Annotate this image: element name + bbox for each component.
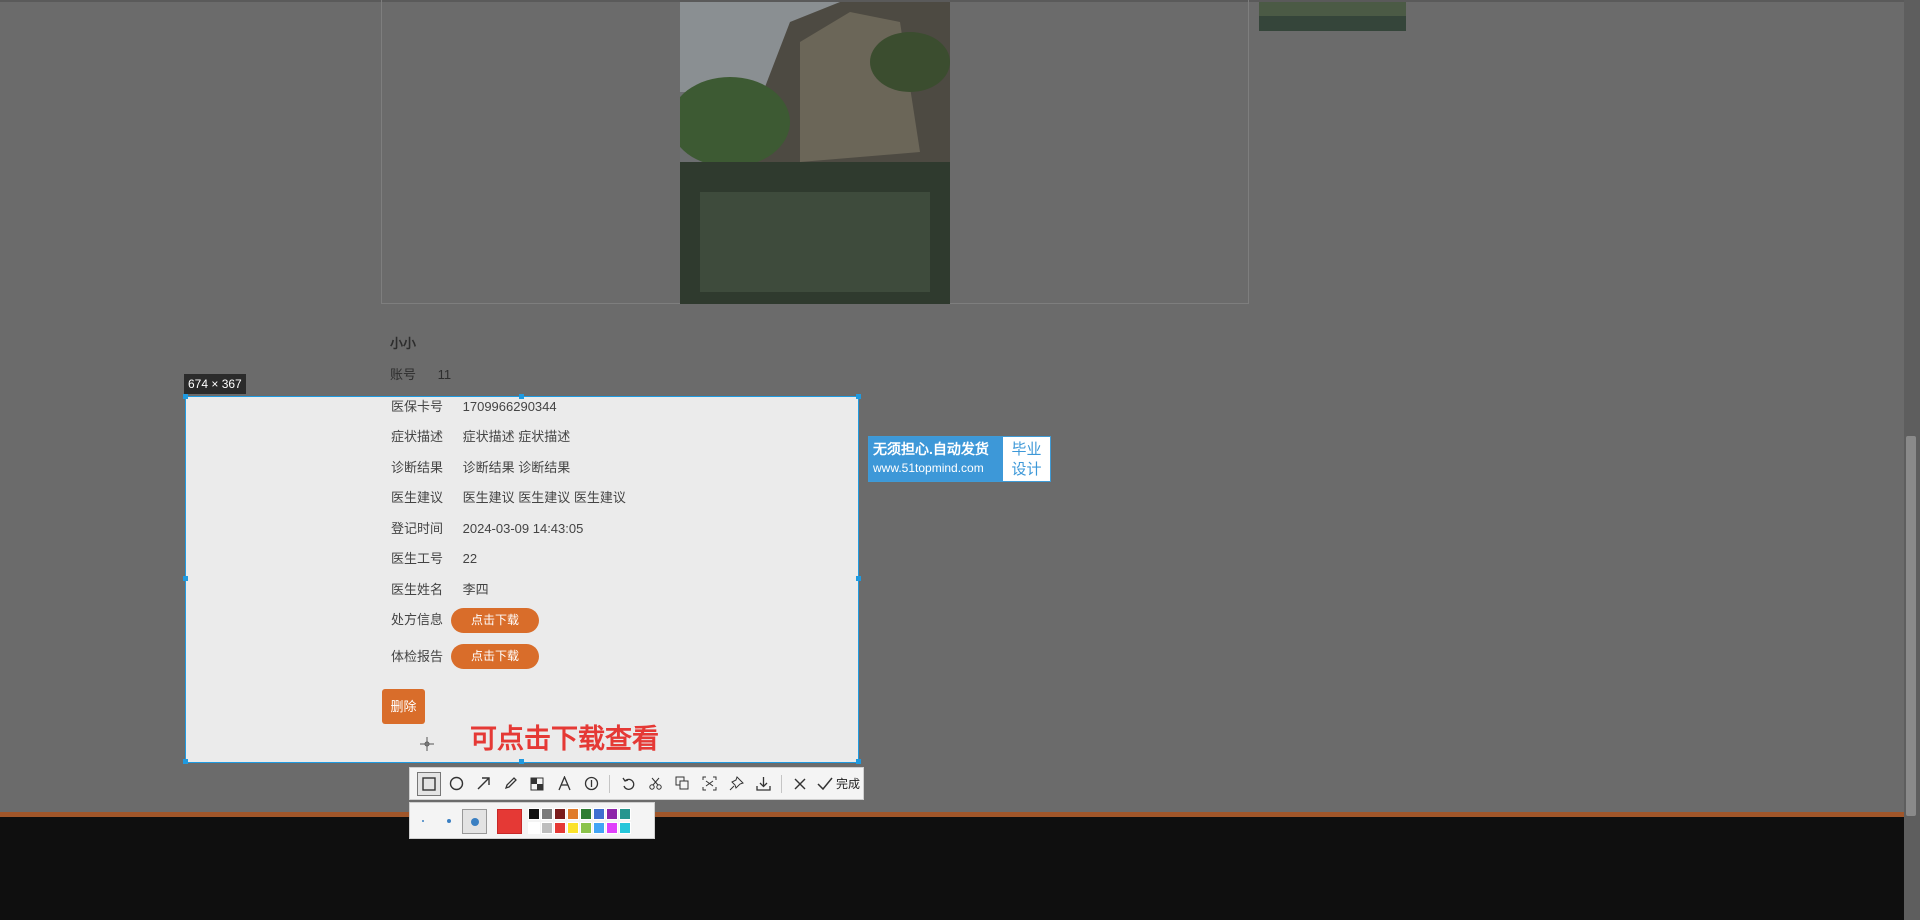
resize-handle[interactable] xyxy=(183,576,188,581)
field-row: 登记时间 2024-03-09 14:43:05 xyxy=(391,518,583,537)
field-label: 账号 xyxy=(390,367,417,382)
color-swatch[interactable] xyxy=(606,808,618,820)
resize-handle[interactable] xyxy=(183,759,188,764)
field-value: 2024-03-09 14:43:05 xyxy=(462,521,584,536)
field-row: 症状描述 症状描述 症状描述 xyxy=(391,426,570,445)
ad-line2: www.51topmind.com xyxy=(873,461,984,475)
prescription-download-button[interactable]: 点击下载 xyxy=(451,608,539,633)
field-value: 11 xyxy=(437,367,452,382)
resize-handle[interactable] xyxy=(183,394,188,399)
color-swatch[interactable] xyxy=(541,808,553,820)
capture-selection[interactable]: 医保卡号 1709966290344 症状描述 症状描述 症状描述 诊断结果 诊… xyxy=(185,396,859,763)
resize-handle[interactable] xyxy=(856,394,861,399)
color-swatch[interactable] xyxy=(541,822,553,834)
ad-line1: 无须担心.自动发货 xyxy=(873,441,989,457)
color-swatch[interactable] xyxy=(567,808,579,820)
field-value: 症状描述 症状描述 xyxy=(462,429,571,444)
page-footer xyxy=(0,817,1920,920)
undo-icon[interactable] xyxy=(616,772,640,796)
field-row: 账号 11 xyxy=(390,364,451,383)
field-value: 诊断结果 诊断结果 xyxy=(462,460,571,475)
color-swatch[interactable] xyxy=(580,822,592,834)
pen-size-small[interactable] xyxy=(422,820,424,822)
field-value: 李四 xyxy=(462,582,489,597)
number-icon[interactable] xyxy=(579,772,603,796)
color-swatch[interactable] xyxy=(619,822,631,834)
thumbnail-image[interactable] xyxy=(1259,2,1406,31)
landscape-photo xyxy=(680,2,950,304)
ad-right2: 设计 xyxy=(1011,461,1042,478)
toolbar-divider xyxy=(781,774,782,793)
check-icon xyxy=(817,777,833,790)
selection-size-label: 674 × 367 xyxy=(184,374,246,394)
field-row: 诊断结果 诊断结果 诊断结果 xyxy=(391,457,570,476)
crosshair-cursor-icon xyxy=(420,737,434,751)
delete-button[interactable]: 删除 xyxy=(382,689,425,724)
field-row: 医生姓名 李四 xyxy=(391,579,489,598)
patient-name: 小小 xyxy=(390,336,417,351)
color-swatch[interactable] xyxy=(554,808,566,820)
color-swatch[interactable] xyxy=(619,808,631,820)
field-label: 医生建议 xyxy=(391,490,444,505)
resize-handle[interactable] xyxy=(519,394,524,399)
color-swatch[interactable] xyxy=(593,822,605,834)
done-label: 完成 xyxy=(836,777,861,791)
pen-size-large-selected[interactable] xyxy=(462,809,487,834)
toolbar-divider xyxy=(609,774,610,793)
close-icon[interactable] xyxy=(788,772,812,796)
resize-handle[interactable] xyxy=(856,759,861,764)
mosaic-icon[interactable] xyxy=(525,772,549,796)
ocr-icon[interactable] xyxy=(697,772,721,796)
field-value: 1709966290344 xyxy=(462,399,557,414)
color-swatch[interactable] xyxy=(580,808,592,820)
field-label: 医保卡号 xyxy=(391,399,444,414)
done-button[interactable]: 完成 xyxy=(817,775,860,792)
scrollbar-thumb[interactable] xyxy=(1906,436,1916,816)
exam-download-button[interactable]: 点击下载 xyxy=(451,644,539,669)
color-swatch[interactable] xyxy=(593,808,605,820)
color-swatch[interactable] xyxy=(554,822,566,834)
field-label: 医生姓名 xyxy=(391,582,444,597)
field-value: 医生建议 医生建议 医生建议 xyxy=(462,490,626,505)
color-swatch[interactable] xyxy=(606,822,618,834)
field-label: 诊断结果 xyxy=(391,460,444,475)
scissors-icon[interactable] xyxy=(643,772,667,796)
color-swatch[interactable] xyxy=(567,822,579,834)
color-swatch[interactable] xyxy=(528,808,540,820)
current-color-swatch[interactable] xyxy=(497,809,522,834)
screenshot-toolbar: 完成 xyxy=(409,767,864,800)
text-icon[interactable] xyxy=(552,772,576,796)
rectangle-icon[interactable] xyxy=(417,771,441,796)
field-label: 登记时间 xyxy=(391,521,444,536)
pen-size-medium[interactable] xyxy=(447,819,451,823)
copy-icon[interactable] xyxy=(670,772,694,796)
field-row: 医保卡号 1709966290344 xyxy=(391,397,557,415)
resize-handle[interactable] xyxy=(519,759,524,764)
ellipse-icon[interactable] xyxy=(444,772,468,796)
prescription-label: 处方信息 xyxy=(391,612,444,627)
pin-icon[interactable] xyxy=(724,772,748,796)
ad-banner[interactable]: 无须担心.自动发货 www.51topmind.com 毕业 设计 xyxy=(868,436,1051,482)
download-icon[interactable] xyxy=(751,772,775,796)
field-row: 医生建议 医生建议 医生建议 医生建议 xyxy=(391,487,626,506)
exam-report-label: 体检报告 xyxy=(391,649,444,664)
resize-handle[interactable] xyxy=(856,576,861,581)
field-value: 22 xyxy=(462,551,478,566)
field-label: 医生工号 xyxy=(391,551,444,566)
color-swatch[interactable] xyxy=(528,822,540,834)
arrow-icon[interactable] xyxy=(471,772,495,796)
ad-right1: 毕业 xyxy=(1011,441,1042,458)
pencil-icon[interactable] xyxy=(498,772,522,796)
style-palette xyxy=(409,802,655,839)
field-row: 医生工号 22 xyxy=(391,548,477,567)
annotation-text[interactable]: 可点击下载查看 xyxy=(470,717,659,756)
field-label: 症状描述 xyxy=(391,429,444,444)
